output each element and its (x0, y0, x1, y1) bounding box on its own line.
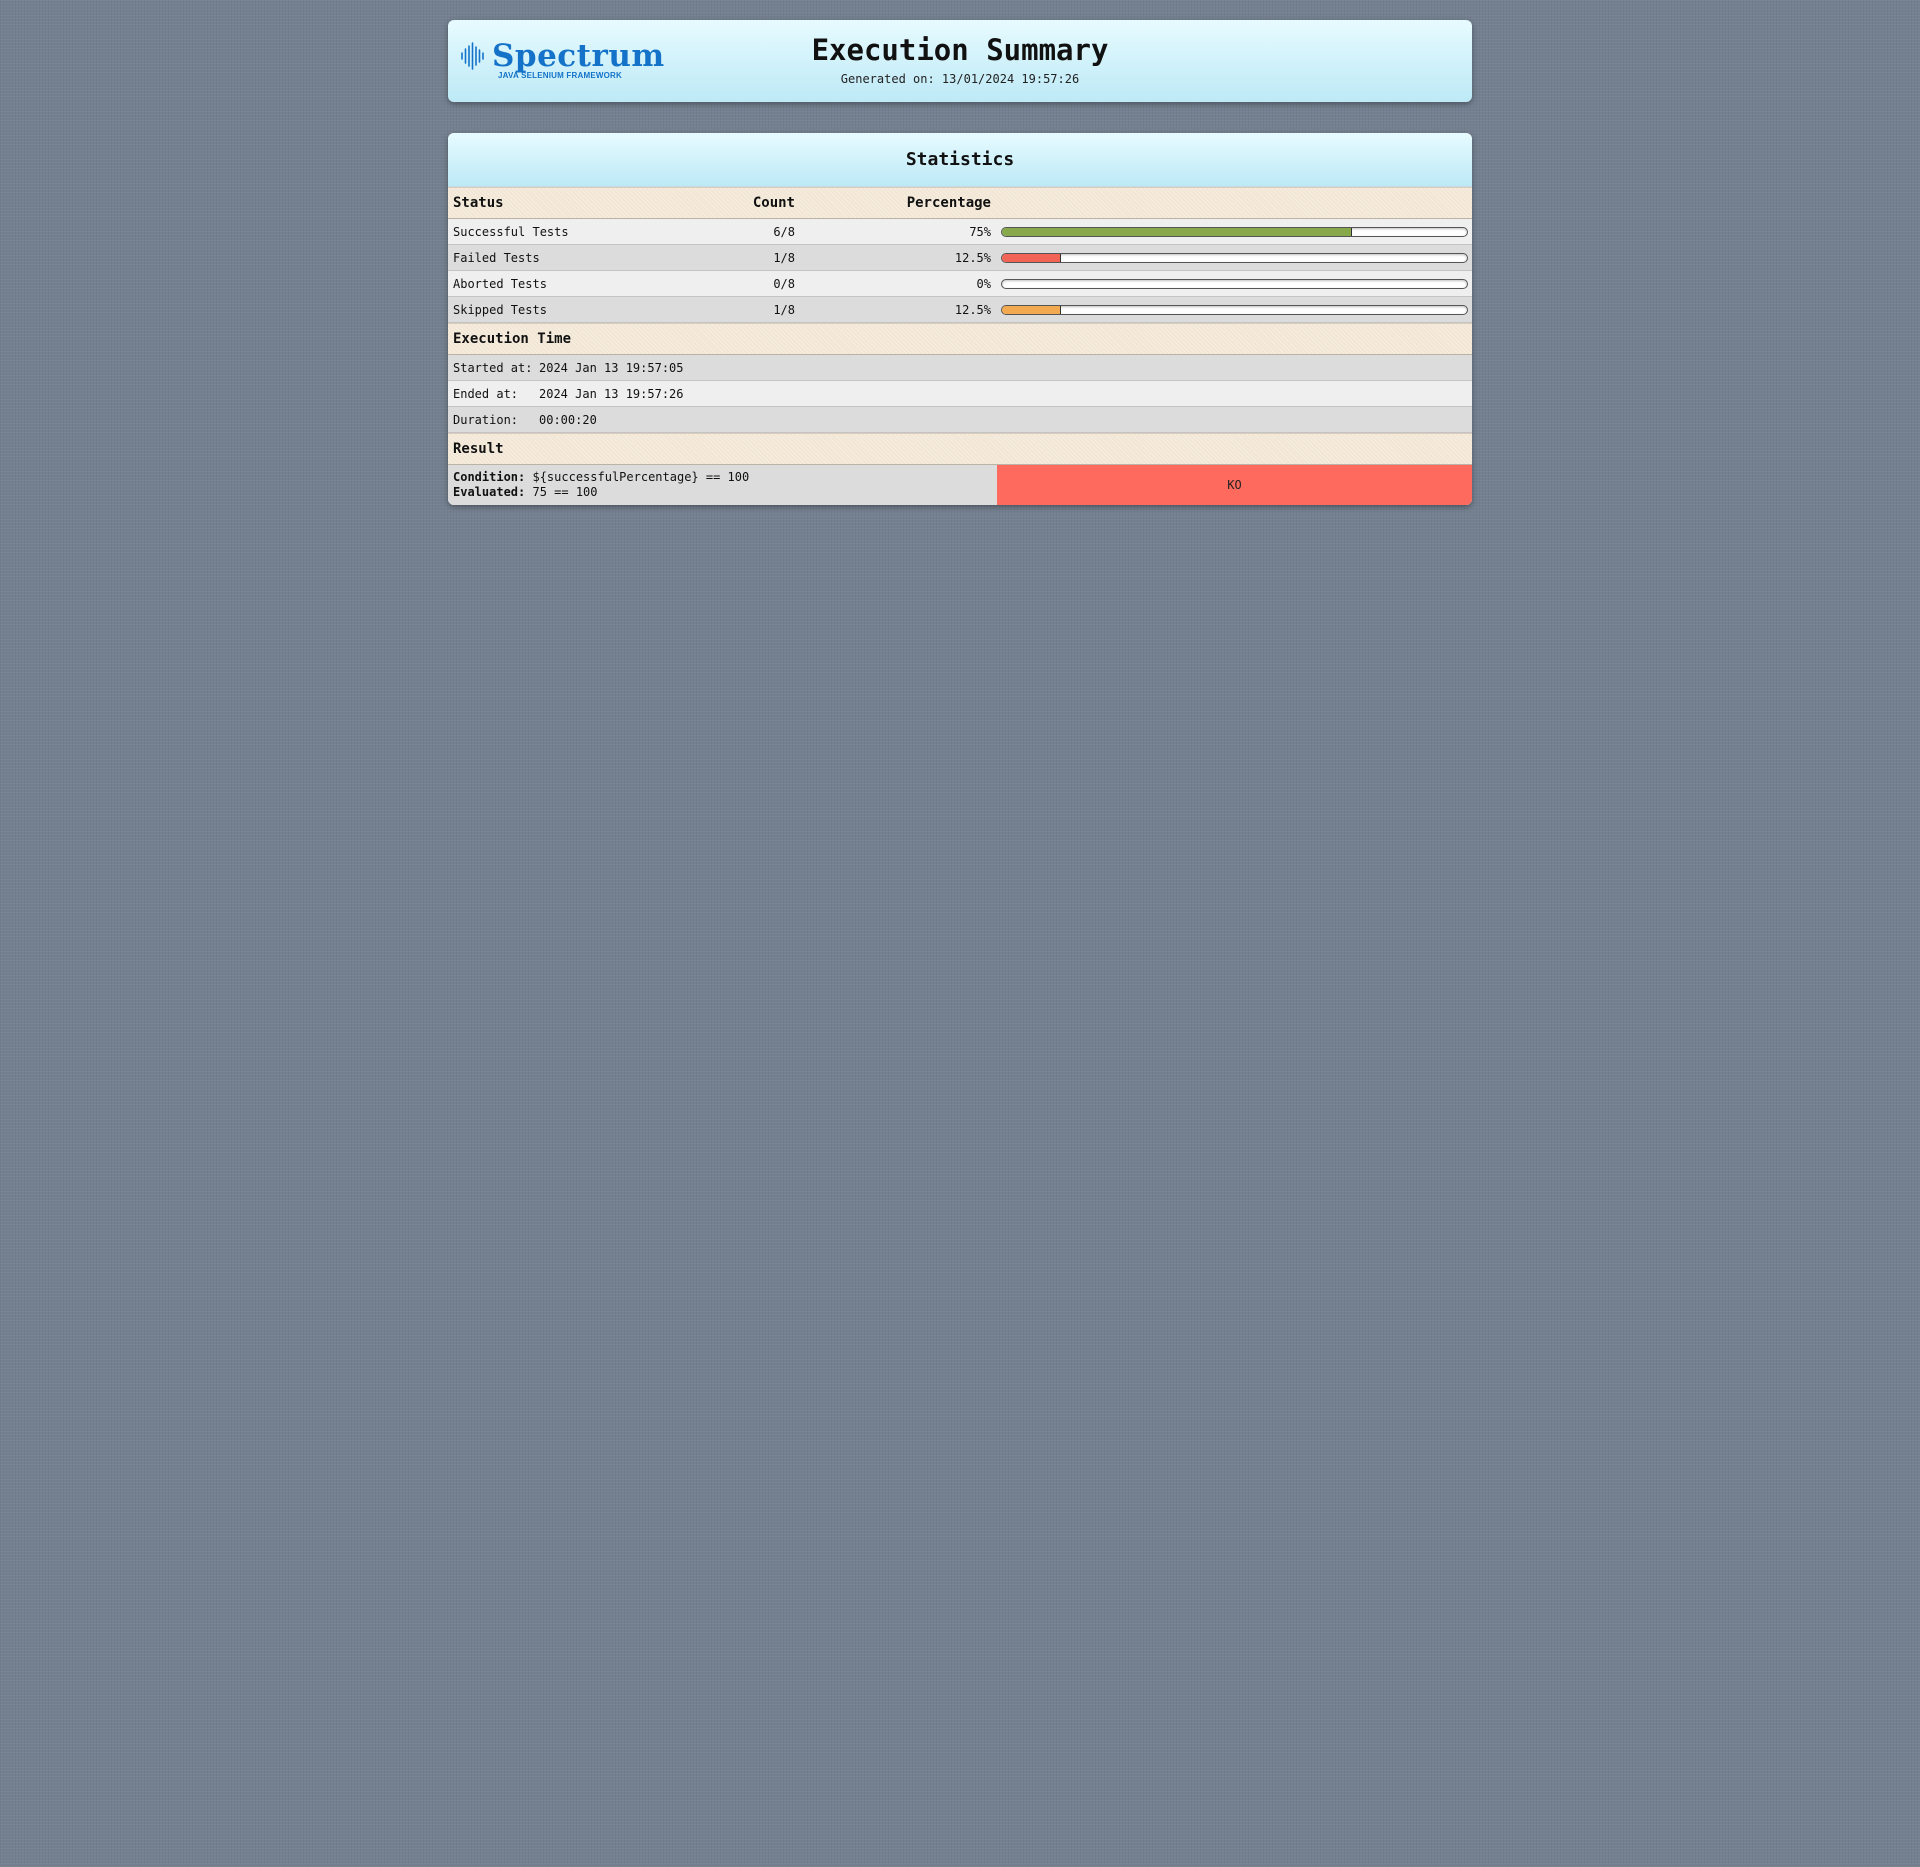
progress-bar-fill (1002, 228, 1352, 236)
progress-bar (1001, 227, 1468, 237)
duration-label: Duration: (453, 413, 519, 427)
stat-row-failed: Failed Tests 1/8 12.5% (448, 245, 1472, 271)
started-at-label: Started at: (453, 361, 533, 375)
execution-time-heading: Execution Time (453, 331, 572, 347)
duration-value: 00:00:20 (539, 413, 597, 427)
progress-bar-fill (1002, 306, 1062, 314)
count-column-header: Count (752, 195, 795, 211)
stat-percentage: 75% (969, 225, 991, 239)
generated-on-text: Generated on: 13/01/2024 19:57:26 (840, 72, 1080, 86)
statistics-panel: Statistics Status Count Percentage Succe… (448, 133, 1472, 505)
stat-count: 1/8 (773, 303, 795, 317)
result-header: Result (448, 433, 1472, 465)
stat-count: 1/8 (773, 251, 795, 265)
status-column-header: Status (453, 195, 504, 211)
statistics-title: Statistics (448, 133, 1472, 187)
duration-row: Duration: 00:00:20 (448, 407, 1472, 433)
result-details: Condition: ${successfulPercentage} == 10… (453, 470, 749, 500)
stat-status-label: Failed Tests (453, 251, 540, 265)
stat-status-label: Skipped Tests (453, 303, 547, 317)
page-title: Execution Summary (811, 33, 1109, 67)
stat-row-aborted: Aborted Tests 0/8 0% (448, 271, 1472, 297)
stat-count: 6/8 (773, 225, 795, 239)
condition-value: ${successfulPercentage} == 100 (532, 470, 750, 484)
evaluated-value: 75 == 100 (532, 485, 598, 499)
stat-percentage: 0% (976, 277, 991, 291)
stat-percentage: 12.5% (954, 303, 991, 317)
stat-count: 0/8 (773, 277, 795, 291)
statistics-table-header: Status Count Percentage (448, 187, 1472, 219)
percentage-column-header: Percentage (906, 195, 991, 211)
progress-bar (1001, 279, 1468, 289)
ended-at-value: 2024 Jan 13 19:57:26 (539, 387, 684, 401)
stat-status-label: Successful Tests (453, 225, 569, 239)
stat-percentage: 12.5% (954, 251, 991, 265)
result-row: Condition: ${successfulPercentage} == 10… (448, 465, 1472, 505)
execution-time-header: Execution Time (448, 323, 1472, 355)
stat-status-label: Aborted Tests (453, 277, 547, 291)
ended-at-label: Ended at: (453, 387, 519, 401)
result-status-badge: KO (997, 465, 1472, 505)
started-at-row: Started at: 2024 Jan 13 19:57:05 (448, 355, 1472, 381)
condition-label: Condition: (453, 470, 526, 484)
stat-row-skipped: Skipped Tests 1/8 12.5% (448, 297, 1472, 323)
progress-bar (1001, 253, 1468, 263)
evaluated-label: Evaluated: (453, 485, 526, 499)
started-at-value: 2024 Jan 13 19:57:05 (539, 361, 684, 375)
result-heading: Result (453, 441, 504, 457)
progress-bar (1001, 305, 1468, 315)
progress-bar-fill (1002, 254, 1062, 262)
ended-at-row: Ended at: 2024 Jan 13 19:57:26 (448, 381, 1472, 407)
header-panel: Spectrum JAVA SELENIUM FRAMEWORK Executi… (448, 20, 1472, 102)
stat-row-successful: Successful Tests 6/8 75% (448, 219, 1472, 245)
